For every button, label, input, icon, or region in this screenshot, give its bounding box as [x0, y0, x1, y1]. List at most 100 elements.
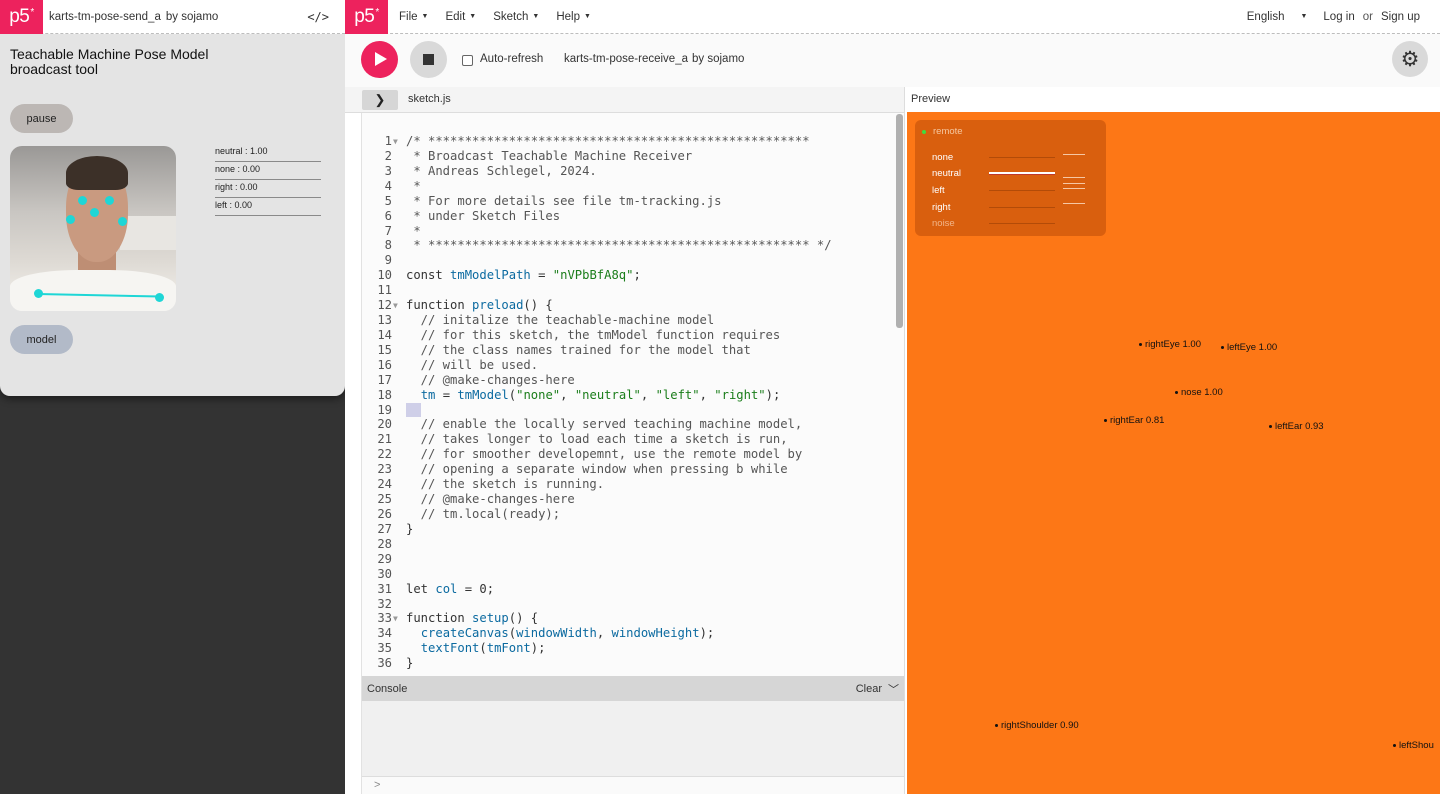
or-text: or: [1362, 10, 1373, 23]
code-text: [406, 403, 421, 418]
code-token: );: [699, 626, 715, 641]
code-token: (: [508, 626, 517, 641]
popup-sketch-title[interactable]: karts-tm-pose-send_a by sojamo: [49, 11, 218, 23]
code-icon[interactable]: </>: [307, 10, 329, 24]
code-line[interactable]: 15 // the class names trained for the mo…: [362, 343, 894, 358]
file-tab[interactable]: sketch.js: [408, 93, 451, 105]
code-text: *: [406, 178, 421, 193]
main-menu: File ▼ Edit ▼ Sketch ▼ Help ▼: [399, 11, 608, 23]
code-line[interactable]: 7 *: [362, 224, 894, 239]
line-number: 21: [377, 432, 392, 447]
code-line[interactable]: 29: [362, 552, 894, 567]
code-line[interactable]: 5 * For more details see file tm-trackin…: [362, 194, 894, 209]
code-line[interactable]: 17 // @make-changes-here: [362, 373, 894, 388]
tool-title-line1: Teachable Machine Pose Model: [10, 46, 209, 62]
code-line[interactable]: 12 ▼ function preload() {: [362, 298, 894, 313]
editor-divider[interactable]: [904, 87, 905, 794]
preview-canvas[interactable]: remote none neutral left right noise rig…: [907, 112, 1440, 794]
code-line[interactable]: 32: [362, 597, 894, 612]
class-label-none: none: [932, 152, 954, 163]
signup-link[interactable]: Sign up: [1381, 11, 1420, 23]
code-line[interactable]: 27}: [362, 522, 894, 537]
console-clear-button[interactable]: Clear: [856, 683, 882, 695]
sketch-author[interactable]: sojamo: [707, 53, 744, 65]
menu-help[interactable]: Help ▼: [556, 11, 591, 23]
code-line[interactable]: 9: [362, 253, 894, 268]
pause-button[interactable]: pause: [10, 104, 73, 133]
code-line[interactable]: 14 // for this sketch, the tmModel funct…: [362, 328, 894, 343]
model-button[interactable]: model: [10, 325, 73, 354]
code-text: // will be used.: [406, 357, 539, 372]
code-line[interactable]: 6 * under Sketch Files: [362, 209, 894, 224]
login-link[interactable]: Log in: [1323, 11, 1354, 23]
p5-logo[interactable]: p5 *: [0, 0, 43, 34]
line-number: 15: [377, 342, 392, 357]
code-line[interactable]: 13 // initalize the teachable-machine mo…: [362, 313, 894, 328]
code-line[interactable]: 26 // tm.local(ready);: [362, 507, 894, 522]
code-line[interactable]: 1 ▼ /* ***********************************…: [362, 134, 894, 149]
code-line[interactable]: 28: [362, 537, 894, 552]
keypoint-label: rightEye 1.00: [1139, 339, 1201, 350]
class-label-neutral: neutral: [932, 168, 962, 179]
fold-arrow-icon[interactable]: ▼: [393, 298, 398, 313]
stop-button[interactable]: [410, 41, 447, 78]
menu-file[interactable]: File ▼: [399, 11, 428, 23]
fold-arrow-icon[interactable]: ▼: [393, 611, 398, 626]
console-label: Console: [367, 682, 408, 695]
code-line[interactable]: 3 * Andreas Schlegel, 2024.: [362, 164, 894, 179]
code-line[interactable]: 30: [362, 567, 894, 582]
code-line[interactable]: 20 // enable the locally served teaching…: [362, 417, 894, 432]
code-line[interactable]: 22 // for smoother developemnt, use the …: [362, 447, 894, 462]
class-label-noise: noise: [932, 218, 955, 229]
code-line[interactable]: 24 // the sketch is running.: [362, 477, 894, 492]
code-text: function preload() {: [406, 298, 553, 313]
code-line[interactable]: 11: [362, 283, 894, 298]
code-line[interactable]: 23 // opening a separate window when pre…: [362, 462, 894, 477]
code-text: // for this sketch, the tmModel function…: [406, 327, 781, 342]
menu-edit[interactable]: Edit ▼: [445, 11, 476, 23]
code-line[interactable]: 8 * ************************************…: [362, 238, 894, 253]
code-text: * under Sketch Files: [406, 208, 561, 223]
code-line[interactable]: 36}: [362, 656, 894, 671]
probability-row: left : 0.00: [215, 198, 321, 216]
code-text: createCanvas(windowWidth, windowHeight);: [406, 626, 715, 641]
code-line[interactable]: 10 const tmModelPath = "nVPbBfA8q";: [362, 268, 894, 283]
code-line[interactable]: 21 // takes longer to load each time a s…: [362, 432, 894, 447]
popup-author[interactable]: sojamo: [181, 11, 218, 23]
code-text: // opening a separate window when pressi…: [406, 462, 788, 477]
code-line[interactable]: 33 ▼ function setup() {: [362, 611, 894, 626]
console-input[interactable]: >: [362, 776, 904, 794]
code-line[interactable]: 16 // will be used.: [362, 358, 894, 373]
code-line[interactable]: 25 // @make-changes-here: [362, 492, 894, 507]
code-text: * Broadcast Teachable Machine Receiver: [406, 148, 693, 163]
code-line[interactable]: 19: [362, 403, 894, 418]
p5-logo[interactable]: p5 *: [345, 0, 388, 34]
auto-refresh-checkbox[interactable]: [462, 55, 473, 66]
p5-logo-asterisk: *: [375, 7, 379, 18]
probability-row: none : 0.00: [215, 162, 321, 180]
code-line[interactable]: 4 *: [362, 179, 894, 194]
play-button[interactable]: [361, 41, 398, 78]
code-line[interactable]: 35 textFont(tmFont);: [362, 641, 894, 656]
code-line[interactable]: 18 tm = tmModel("none", "neutral", "left…: [362, 388, 894, 403]
sketch-name[interactable]: karts-tm-pose-receive_a: [564, 53, 688, 65]
code-text: textFont(tmFont);: [406, 641, 546, 656]
code-line[interactable]: 34 createCanvas(windowWidth, windowHeigh…: [362, 626, 894, 641]
line-number: 9: [384, 253, 392, 268]
code-text: // enable the locally served teaching ma…: [406, 417, 803, 432]
nose-keypoint: [90, 208, 99, 217]
chevron-down-icon[interactable]: ﹀: [888, 681, 899, 697]
fold-arrow-icon[interactable]: ▼: [393, 134, 398, 149]
language-select[interactable]: English ▼: [1231, 11, 1308, 23]
code-token: function: [406, 611, 465, 626]
menu-sketch[interactable]: Sketch ▼: [493, 11, 539, 23]
code-line[interactable]: 2 * Broadcast Teachable Machine Receiver: [362, 149, 894, 164]
scrollbar-thumb[interactable]: [896, 114, 903, 328]
code-line[interactable]: 31 let col = 0;: [362, 582, 894, 597]
class-tick: [1063, 188, 1085, 189]
expand-sidebar-button[interactable]: ❯: [362, 90, 398, 110]
code-token: tmFont: [486, 641, 531, 656]
settings-button[interactable]: ⚙: [1392, 41, 1428, 77]
code-editor[interactable]: 1 ▼/* ***********************************…: [362, 113, 894, 676]
